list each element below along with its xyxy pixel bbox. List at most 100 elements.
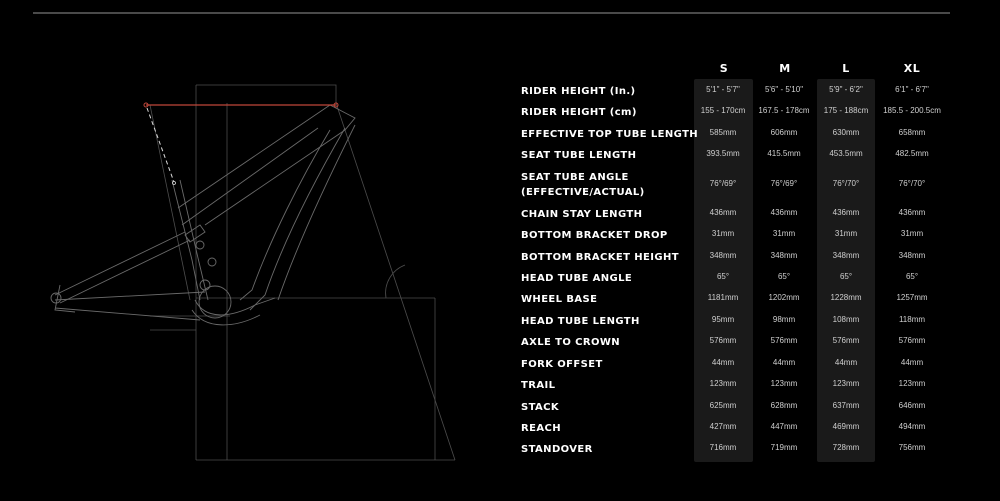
table-cell-s: 348mm [709, 251, 737, 260]
table-cell-xl: 576mm [898, 336, 926, 345]
table-cell-m: 628mm [770, 401, 798, 410]
row-label: RIDER HEIGHT (cm) [521, 105, 637, 120]
table-cell-l: 175 - 188cm [823, 106, 869, 115]
table-cell-l: 123mm [832, 379, 860, 388]
geometry-table: S M L XL RIDER HEIGHT (In.) 5'1" - 5'7" 5'… [0, 0, 1000, 501]
row-label-text: CHAIN STAY LENGTH [521, 209, 643, 220]
table-cell-s: 625mm [709, 401, 737, 410]
table-cell-m: 98mm [772, 315, 796, 324]
table-cell-m: 576mm [770, 336, 798, 345]
row-label: WHEEL BASE [521, 292, 597, 307]
row-label-text: SEAT TUBE LENGTH [521, 150, 637, 161]
table-cell-l: 436mm [832, 208, 860, 217]
row-label-text: TRAIL [521, 380, 556, 391]
table-cell-s: 5'1" - 5'7" [706, 85, 740, 94]
table-cell-xl: 118mm [898, 315, 926, 324]
table-cell-l: 576mm [832, 336, 860, 345]
table-cell-m: 719mm [770, 443, 798, 452]
row-label: STACK [521, 400, 559, 415]
table-cell-s: 427mm [709, 422, 737, 431]
table-cell-s: 31mm [711, 229, 735, 238]
row-label-text: STANDOVER [521, 444, 593, 455]
table-cell-m: 31mm [772, 229, 796, 238]
table-cell-s: 65° [716, 272, 730, 281]
table-cell-m: 44mm [772, 358, 796, 367]
row-label-text: BOTTOM BRACKET DROP [521, 230, 668, 241]
table-cell-s: 1181mm [707, 293, 739, 302]
table-cell-m: 436mm [770, 208, 798, 217]
table-cell-m: 1202mm [768, 293, 800, 302]
row-label: REACH [521, 421, 561, 436]
table-cell-s: 393.5mm [706, 149, 740, 158]
table-cell-l: 728mm [832, 443, 860, 452]
row-label: TRAIL [521, 378, 555, 393]
table-cell-xl: 482.5mm [895, 149, 929, 158]
table-cell-s: 585mm [709, 128, 737, 137]
table-cell-l: 76°/70° [832, 179, 860, 188]
table-cell-s: 436mm [709, 208, 737, 217]
table-cell-xl: 348mm [898, 251, 926, 260]
row-label: AXLE TO CROWN [521, 335, 620, 350]
table-cell-xl: 123mm [898, 379, 926, 388]
table-cell-xl: 65° [905, 272, 919, 281]
row-label: BOTTOM BRACKET HEIGHT [521, 250, 679, 265]
table-cell-m: 447mm [770, 422, 798, 431]
size-header-l: L [842, 62, 850, 75]
table-cell-xl: 44mm [900, 358, 924, 367]
table-cell-xl: 436mm [898, 208, 926, 217]
table-cell-xl: 1257mm [896, 293, 928, 302]
table-cell-xl: 6'1" - 6'7" [895, 85, 929, 94]
table-cell-xl: 658mm [898, 128, 926, 137]
table-cell-m: 606mm [770, 128, 798, 137]
row-label-text: BOTTOM BRACKET HEIGHT [521, 252, 679, 263]
row-label-text: SEAT TUBE ANGLE [521, 172, 629, 183]
size-header-s: S [719, 62, 729, 75]
row-label: EFFECTIVE TOP TUBE LENGTH [521, 127, 698, 142]
table-cell-l: 44mm [834, 358, 858, 367]
row-label-text: HEAD TUBE ANGLE [521, 273, 633, 284]
table-cell-m: 123mm [770, 379, 798, 388]
row-label: BOTTOM BRACKET DROP [521, 228, 668, 243]
row-label: SEAT TUBE LENGTH [521, 148, 636, 163]
row-label-text: REACH [521, 423, 561, 434]
table-cell-l: 31mm [834, 229, 858, 238]
table-cell-xl: 185.5 - 200.5cm [883, 106, 941, 115]
row-label-text: FORK OFFSET [521, 359, 603, 370]
row-label: FORK OFFSET [521, 357, 603, 372]
table-cell-l: 637mm [832, 401, 860, 410]
table-cell-l: 1228mm [830, 293, 862, 302]
table-cell-l: 453.5mm [829, 149, 863, 158]
row-label: RIDER HEIGHT (In.) [521, 84, 636, 99]
table-cell-m: 76°/69° [770, 179, 798, 188]
table-cell-l: 65° [839, 272, 853, 281]
row-label-text: WHEEL BASE [521, 294, 598, 305]
table-cell-l: 108mm [832, 315, 860, 324]
row-label-text: RIDER HEIGHT (cm) [521, 107, 637, 118]
table-cell-l: 630mm [832, 128, 860, 137]
table-cell-m: 348mm [770, 251, 798, 260]
table-cell-xl: 494mm [898, 422, 926, 431]
table-cell-m: 65° [777, 272, 791, 281]
row-label: SEAT TUBE ANGLE (EFFECTIVE/ACTUAL) [521, 170, 645, 200]
table-cell-l: 348mm [832, 251, 860, 260]
table-cell-l: 5'9" - 6'2" [829, 85, 863, 94]
row-label: HEAD TUBE LENGTH [521, 314, 640, 329]
table-cell-xl: 756mm [898, 443, 926, 452]
row-label-text: AXLE TO CROWN [521, 337, 621, 348]
table-cell-m: 415.5mm [767, 149, 801, 158]
table-cell-xl: 31mm [900, 229, 924, 238]
row-label-subtext: (EFFECTIVE/ACTUAL) [521, 187, 645, 198]
size-header-xl: XL [903, 62, 921, 75]
row-label: STANDOVER [521, 442, 593, 457]
row-label: HEAD TUBE ANGLE [521, 271, 632, 286]
table-cell-s: 576mm [709, 336, 737, 345]
table-cell-l: 469mm [832, 422, 860, 431]
table-cell-s: 155 - 170cm [700, 106, 746, 115]
table-cell-s: 716mm [709, 443, 737, 452]
table-cell-xl: 646mm [898, 401, 926, 410]
table-cell-xl: 76°/70° [898, 179, 926, 188]
row-label: CHAIN STAY LENGTH [521, 207, 642, 222]
table-cell-s: 76°/69° [709, 179, 737, 188]
table-cell-m: 5'6" - 5'10" [764, 85, 804, 94]
row-label-text: RIDER HEIGHT (In.) [521, 86, 636, 97]
